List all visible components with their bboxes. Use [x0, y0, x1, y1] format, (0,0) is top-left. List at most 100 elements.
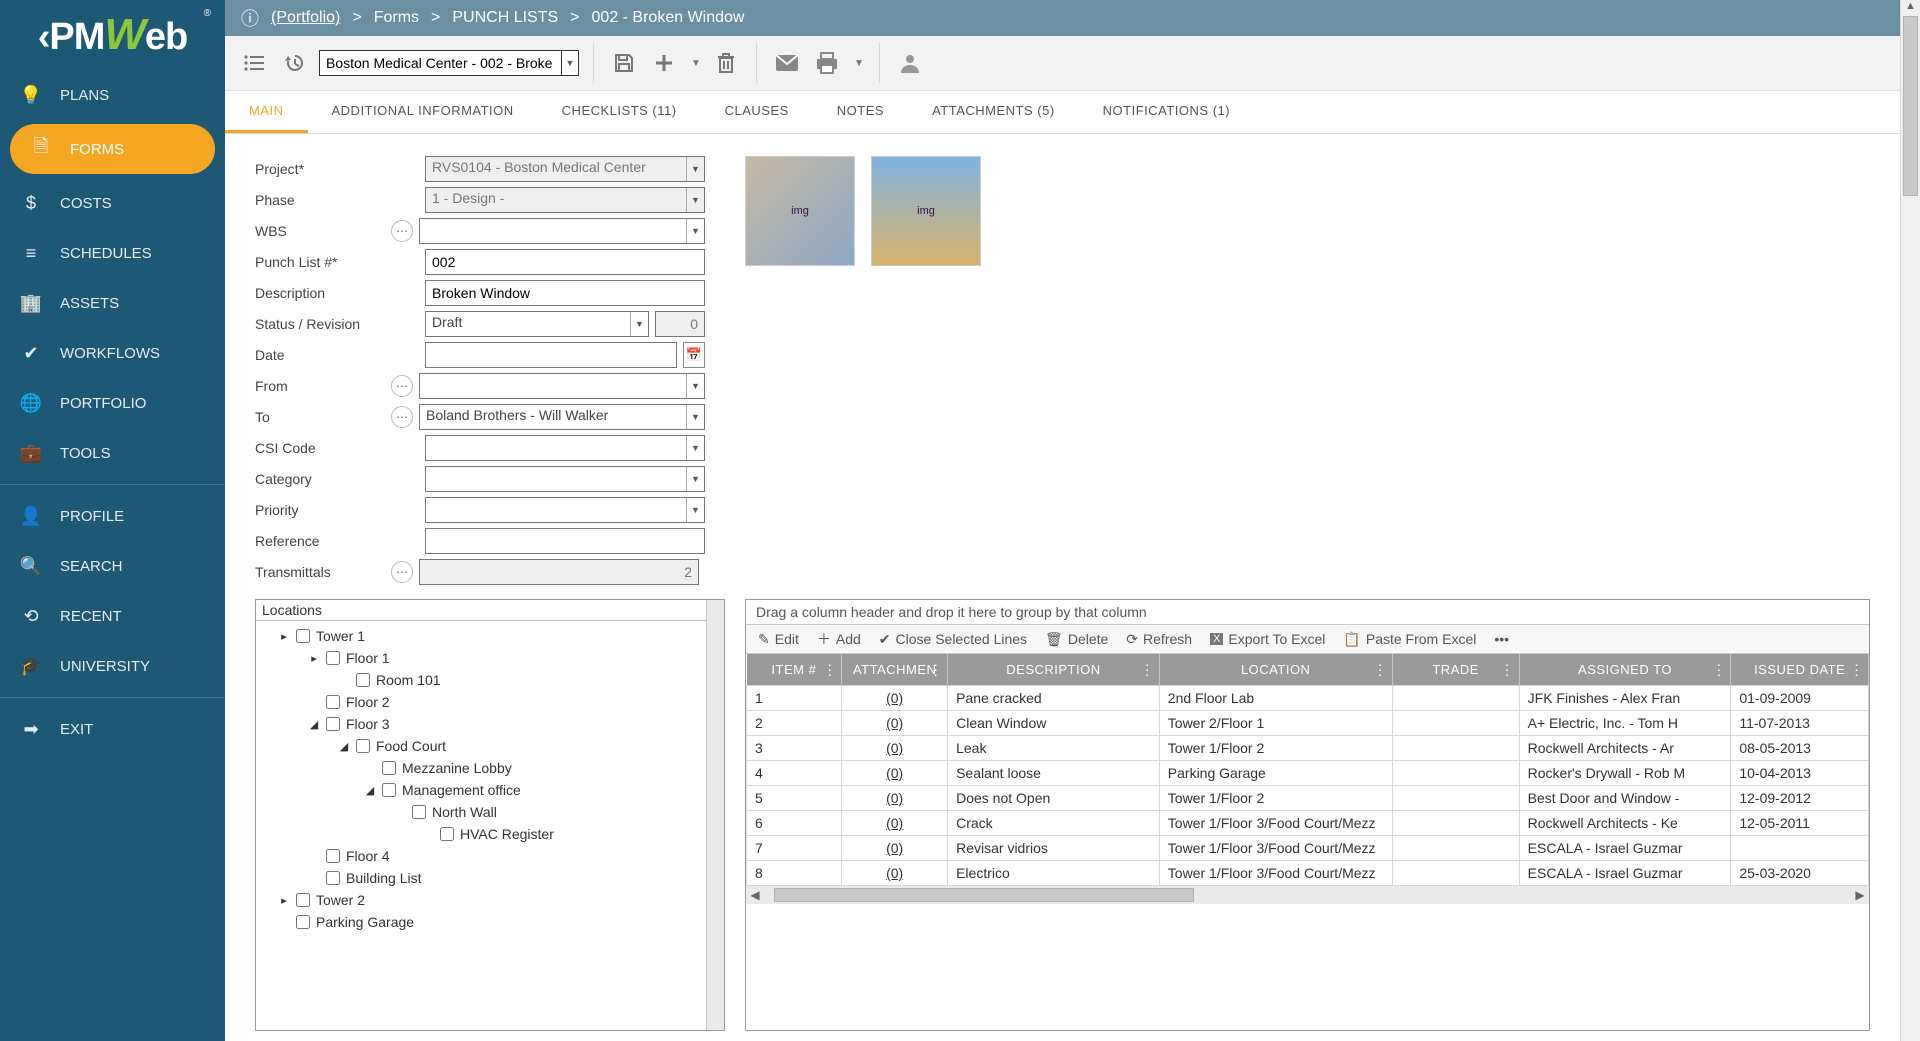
grid-export-button[interactable]: X Export To Excel	[1210, 631, 1325, 647]
sidebar-item-plans[interactable]: 💡PLANS	[0, 70, 225, 120]
sidebar-item-recent[interactable]: ⟲RECENT	[0, 591, 225, 641]
tree-node[interactable]: ◢Food Court	[264, 735, 716, 757]
grid-delete-button[interactable]: 🗑 Delete	[1045, 631, 1108, 648]
attachment-thumb[interactable]: img	[745, 156, 855, 266]
date-input[interactable]	[425, 342, 677, 368]
tree-twist-icon[interactable]: ▸	[278, 894, 290, 907]
ellipsis-icon[interactable]: ⋯	[391, 561, 413, 583]
history-icon[interactable]	[279, 47, 311, 79]
tree-node[interactable]: Parking Garage	[264, 911, 716, 933]
csi-select[interactable]: ▼	[425, 435, 705, 461]
category-select[interactable]: ▼	[425, 466, 705, 492]
attachment-thumb[interactable]: img	[871, 156, 981, 266]
sidebar-item-search[interactable]: 🔍SEARCH	[0, 541, 225, 591]
column-menu-icon[interactable]: ⋮	[1140, 661, 1155, 678]
tab-additional-information[interactable]: ADDITIONAL INFORMATION	[308, 91, 538, 133]
scroll-left-icon[interactable]: ◀	[746, 888, 764, 902]
tab-notes[interactable]: NOTES	[813, 91, 908, 133]
vertical-scrollbar[interactable]	[706, 600, 724, 1030]
column-menu-icon[interactable]: ⋮	[1850, 661, 1865, 678]
sidebar-item-portfolio[interactable]: 🌐PORTFOLIO	[0, 378, 225, 428]
tree-checkbox[interactable]	[356, 739, 370, 753]
table-row[interactable]: 7(0)Revisar vidriosTower 1/Floor 3/Food …	[747, 836, 1869, 861]
sidebar-item-schedules[interactable]: ≡SCHEDULES	[0, 228, 225, 278]
attachments-link[interactable]: (0)	[886, 815, 903, 831]
table-row[interactable]: 8(0)ElectricoTower 1/Floor 3/Food Court/…	[747, 861, 1869, 886]
tree-node[interactable]: Building List	[264, 867, 716, 889]
tree-checkbox[interactable]	[382, 761, 396, 775]
wbs-select[interactable]: ▼	[419, 218, 705, 244]
tree-node[interactable]: ◢Management office	[264, 779, 716, 801]
punchlist-no-input[interactable]	[425, 249, 705, 275]
calendar-icon[interactable]: 📅	[683, 342, 705, 368]
column-menu-icon[interactable]: ⋮	[1712, 661, 1727, 678]
sidebar-item-forms[interactable]: 🗎FORMS	[10, 124, 215, 174]
sidebar-item-exit[interactable]: ➡EXIT	[0, 704, 225, 754]
sidebar-item-workflows[interactable]: ✔WORKFLOWS	[0, 328, 225, 378]
tree-node[interactable]: Room 101	[264, 669, 716, 691]
status-select[interactable]: Draft▼	[425, 311, 649, 337]
tree-checkbox[interactable]	[326, 717, 340, 731]
tree-node[interactable]: ◢Floor 3	[264, 713, 716, 735]
delete-icon[interactable]	[710, 47, 742, 79]
info-icon[interactable]: ⓘ	[239, 7, 261, 29]
sidebar-item-university[interactable]: 🎓UNIVERSITY	[0, 641, 225, 691]
tree-checkbox[interactable]	[326, 849, 340, 863]
attachments-link[interactable]: (0)	[886, 690, 903, 706]
chevron-down-icon[interactable]: ▼	[686, 405, 704, 429]
tree-node[interactable]: Floor 2	[264, 691, 716, 713]
grid-add-button[interactable]: ＋ Add	[817, 629, 861, 649]
chevron-down-icon[interactable]: ▼	[686, 498, 704, 522]
tree-checkbox[interactable]	[296, 629, 310, 643]
tree-checkbox[interactable]	[356, 673, 370, 687]
tree-checkbox[interactable]	[326, 695, 340, 709]
add-dropdown-icon[interactable]: ▼	[688, 47, 702, 79]
print-dropdown-icon[interactable]: ▼	[851, 47, 865, 79]
attachments-link[interactable]: (0)	[886, 840, 903, 856]
column-header[interactable]: ASSIGNED TO⋮	[1519, 654, 1731, 686]
mail-icon[interactable]	[771, 47, 803, 79]
add-icon[interactable]	[648, 47, 680, 79]
sidebar-item-assets[interactable]: 🏢ASSETS	[0, 278, 225, 328]
table-row[interactable]: 6(0)CrackTower 1/Floor 3/Food Court/Mezz…	[747, 811, 1869, 836]
user-icon[interactable]	[894, 47, 926, 79]
scroll-right-icon[interactable]: ▶	[1851, 888, 1869, 902]
tab-clauses[interactable]: CLAUSES	[701, 91, 813, 133]
reference-input[interactable]	[425, 528, 705, 554]
tree-checkbox[interactable]	[326, 651, 340, 665]
tree-twist-icon[interactable]: ▸	[308, 652, 320, 665]
list-icon[interactable]	[239, 47, 271, 79]
phase-select[interactable]: 1 - Design -▼	[425, 187, 705, 213]
project-select[interactable]: RVS0104 - Boston Medical Center▼	[425, 156, 705, 182]
tree-node[interactable]: HVAC Register	[264, 823, 716, 845]
grid-more-icon[interactable]: •••	[1494, 631, 1509, 647]
tree-twist-icon[interactable]: ◢	[338, 740, 350, 753]
chevron-down-icon[interactable]: ▼	[686, 436, 704, 460]
table-row[interactable]: 2(0)Clean WindowTower 2/Floor 1A+ Electr…	[747, 711, 1869, 736]
description-input[interactable]	[425, 280, 705, 306]
record-selector[interactable]	[319, 50, 579, 76]
from-select[interactable]: ▼	[419, 373, 705, 399]
grid-close-lines-button[interactable]: ✔ Close Selected Lines	[879, 631, 1027, 648]
priority-select[interactable]: ▼	[425, 497, 705, 523]
tab-attachments-5-[interactable]: ATTACHMENTS (5)	[908, 91, 1079, 133]
tab-checklists-11-[interactable]: CHECKLISTS (11)	[538, 91, 701, 133]
chevron-down-icon[interactable]: ▼	[686, 157, 704, 181]
column-menu-icon[interactable]: ⋮	[1500, 661, 1515, 678]
tab-main[interactable]: MAIN	[225, 91, 308, 133]
tree-checkbox[interactable]	[296, 893, 310, 907]
column-header[interactable]: LOCATION⋮	[1159, 654, 1392, 686]
table-row[interactable]: 3(0)LeakTower 1/Floor 2Rockwell Architec…	[747, 736, 1869, 761]
ellipsis-icon[interactable]: ⋯	[391, 406, 413, 428]
table-row[interactable]: 1(0)Pane cracked2nd Floor LabJFK Finishe…	[747, 686, 1869, 711]
tree-node[interactable]: Mezzanine Lobby	[264, 757, 716, 779]
attachments-link[interactable]: (0)	[886, 790, 903, 806]
grid-edit-button[interactable]: ✎ Edit	[758, 631, 799, 648]
sidebar-item-tools[interactable]: 💼TOOLS	[0, 428, 225, 478]
table-row[interactable]: 4(0)Sealant looseParking GarageRocker's …	[747, 761, 1869, 786]
group-by-bar[interactable]: Drag a column header and drop it here to…	[746, 600, 1869, 625]
column-menu-icon[interactable]: ⋮	[823, 661, 838, 678]
chevron-down-icon[interactable]: ▼	[686, 219, 704, 243]
tree-node[interactable]: ▸Tower 2	[264, 889, 716, 911]
tree-twist-icon[interactable]: ◢	[308, 718, 320, 731]
